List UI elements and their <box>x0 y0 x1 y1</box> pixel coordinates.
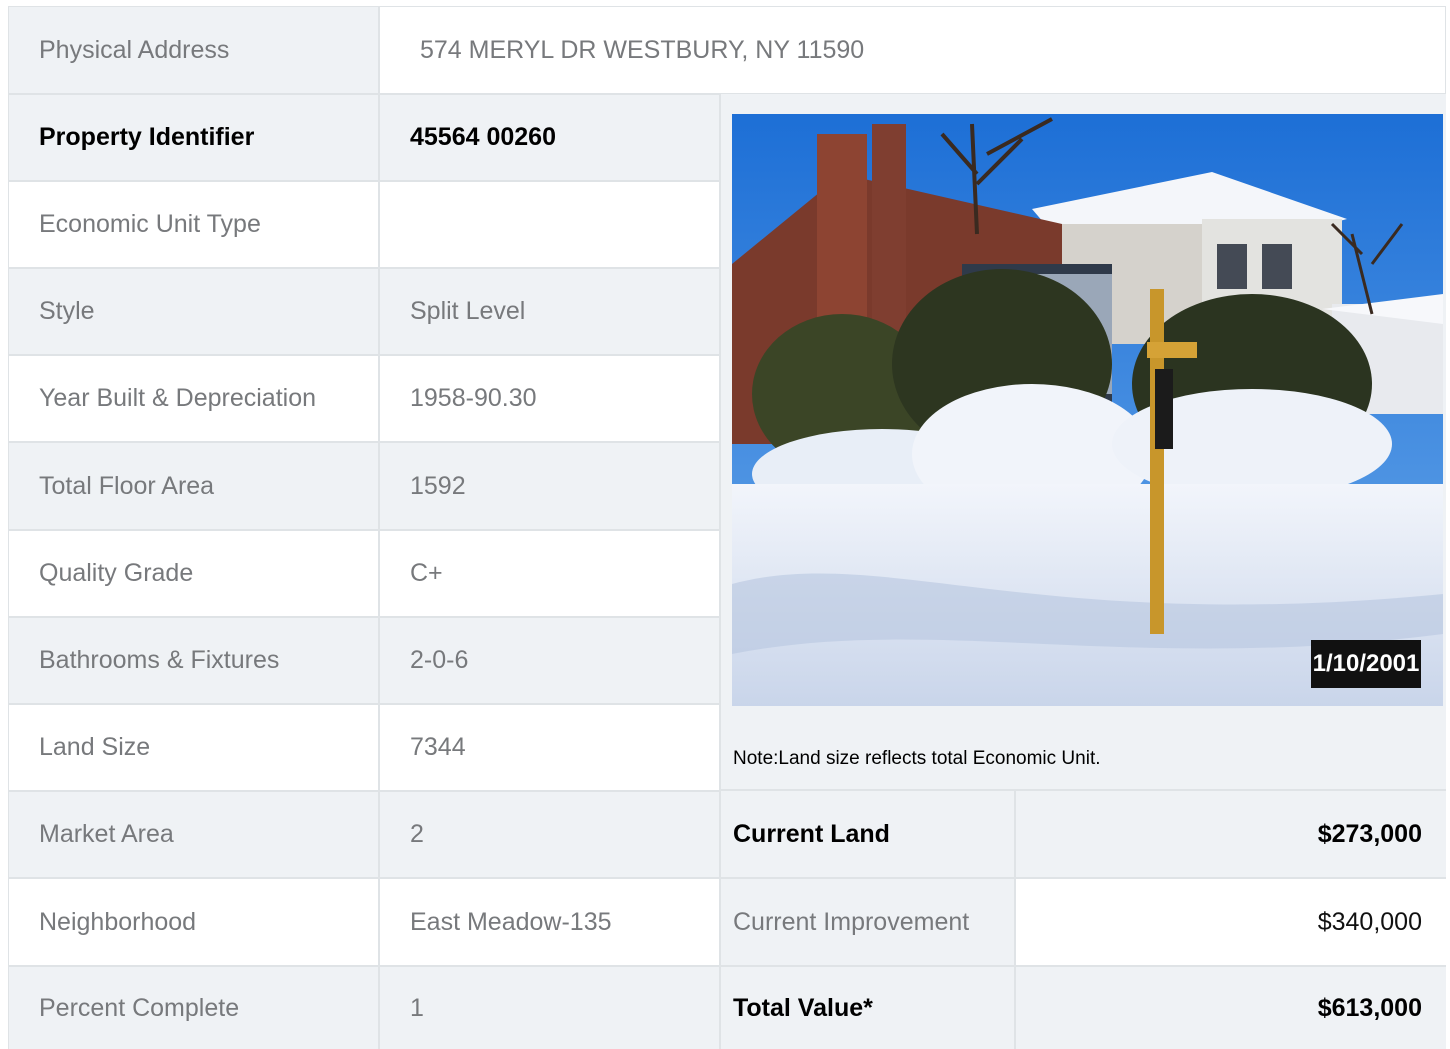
quality-grade-label-cell: Quality Grade <box>9 531 378 616</box>
row-value: 1958-90.30 <box>410 384 537 412</box>
row-value: 1592 <box>410 471 466 500</box>
current-improvement-label-cell: Current Improvement <box>721 879 1014 965</box>
photo-panel: 1/10/2001 Note:Land size reflects total … <box>721 94 1446 789</box>
total-floor-area-label-cell: Total Floor Area <box>9 443 378 529</box>
address-label-cell: Physical Address <box>9 7 378 93</box>
valuation-value: $340,000 <box>1317 907 1422 936</box>
bathrooms-label-cell: Bathrooms & Fixtures <box>9 618 378 703</box>
land-size-label-cell: Land Size <box>9 705 378 790</box>
current-land-value-cell: $273,000 <box>1016 791 1446 877</box>
row-value: 7344 <box>410 733 466 761</box>
property-identifier-label-cell: Property Identifier <box>9 95 378 180</box>
row-value: C+ <box>410 559 443 587</box>
row-value: 2 <box>410 820 424 848</box>
address-label: Physical Address <box>39 35 230 64</box>
row-value: 2-0-6 <box>410 646 469 674</box>
property-identifier-value-cell: 45564 00260 <box>380 95 719 180</box>
neighborhood-value-cell: East Meadow-135 <box>380 879 719 965</box>
valuation-value: $273,000 <box>1317 819 1422 848</box>
total-value-value-cell: $613,000 <box>1016 967 1446 1049</box>
quality-grade-value-cell: C+ <box>380 531 719 616</box>
style-value-cell: Split Level <box>380 269 719 354</box>
market-area-label-cell: Market Area <box>9 792 378 877</box>
valuation-label: Total Value* <box>733 993 873 1022</box>
land-size-value-cell: 7344 <box>380 705 719 790</box>
valuation-label: Current Land <box>733 819 890 848</box>
property-photo: 1/10/2001 <box>732 114 1443 706</box>
address-value: 574 MERYL DR WESTBURY, NY 11590 <box>420 35 865 64</box>
year-built-label-cell: Year Built & Depreciation <box>9 356 378 441</box>
row-label: Land Size <box>39 733 151 761</box>
row-label: Total Floor Area <box>39 471 215 500</box>
current-land-label-cell: Current Land <box>721 791 1014 877</box>
economic-unit-type-label-cell: Economic Unit Type <box>9 182 378 267</box>
row-label: Property Identifier <box>39 123 255 151</box>
row-label: Market Area <box>39 820 174 848</box>
market-area-value-cell: 2 <box>380 792 719 877</box>
row-label: Economic Unit Type <box>39 210 261 238</box>
valuation-value: $613,000 <box>1317 993 1422 1022</box>
bathrooms-value-cell: 2-0-6 <box>380 618 719 703</box>
economic-unit-type-value-cell <box>380 182 719 267</box>
photo-date-stamp: 1/10/2001 <box>1311 640 1421 688</box>
total-floor-area-value-cell: 1592 <box>380 443 719 529</box>
row-value: 45564 00260 <box>410 123 556 151</box>
percent-complete-value-cell: 1 <box>380 967 719 1049</box>
percent-complete-label-cell: Percent Complete <box>9 967 378 1049</box>
land-size-note: Note:Land size reflects total Economic U… <box>733 748 1101 769</box>
row-label: Style <box>39 297 95 325</box>
row-label: Neighborhood <box>39 907 197 936</box>
year-built-value-cell: 1958-90.30 <box>380 356 719 441</box>
valuation-label: Current Improvement <box>733 907 970 936</box>
row-value: Split Level <box>410 297 526 325</box>
row-label: Quality Grade <box>39 559 194 587</box>
neighborhood-label-cell: Neighborhood <box>9 879 378 965</box>
row-label: Percent Complete <box>39 993 240 1022</box>
total-value-label-cell: Total Value* <box>721 967 1014 1049</box>
style-label-cell: Style <box>9 269 378 354</box>
address-value-cell: 574 MERYL DR WESTBURY, NY 11590 <box>380 7 1445 93</box>
house-image <box>732 114 1443 706</box>
row-value: 1 <box>410 993 424 1022</box>
current-improvement-value-cell: $340,000 <box>1016 879 1446 965</box>
row-label: Year Built & Depreciation <box>39 384 317 412</box>
row-label: Bathrooms & Fixtures <box>39 646 280 674</box>
row-value: East Meadow-135 <box>410 907 612 936</box>
